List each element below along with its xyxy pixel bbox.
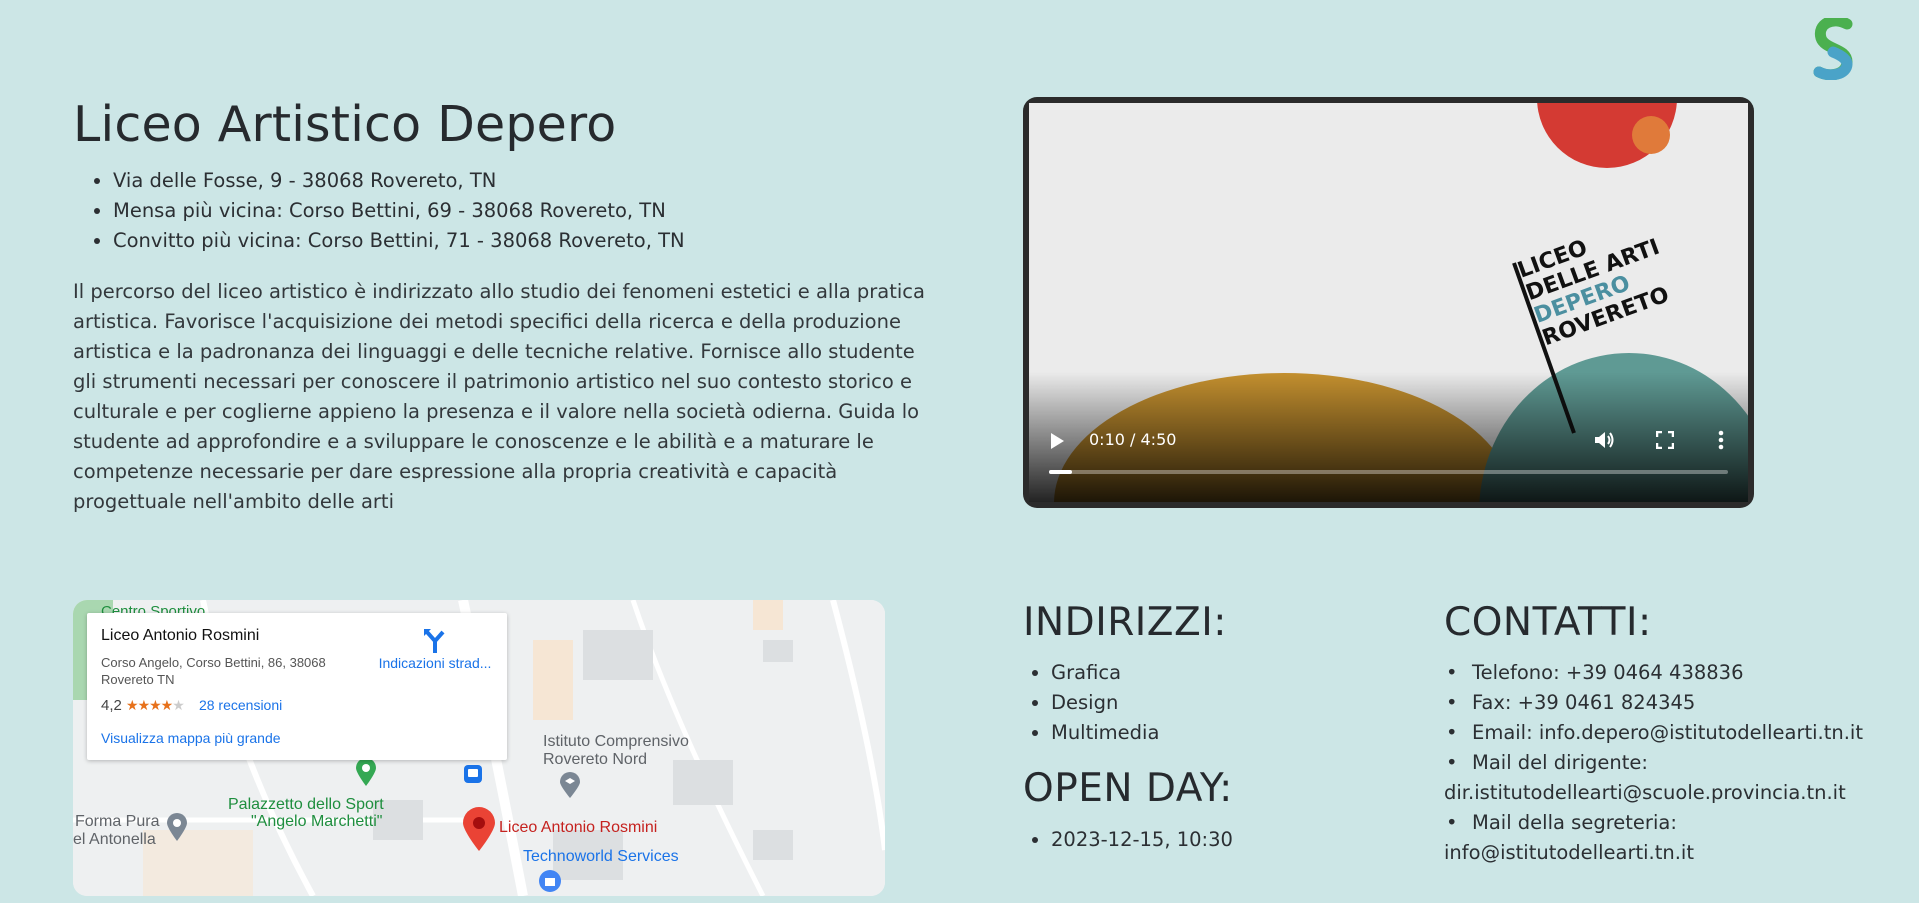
map-label: Palazzetto dello Sport [228,796,384,813]
video-frame[interactable]: LICEO DELLE ARTI DEPERO ROVERETO 0:10 / … [1029,103,1748,502]
play-icon[interactable] [1049,432,1065,450]
contact-item: Fax: +39 0461 824345 [1444,688,1914,718]
map-label: "Angelo Marchetti" [251,813,383,830]
page-title: Liceo Artistico Depero [73,96,617,153]
video-controls: 0:10 / 4:50 [1029,412,1748,502]
video-progress-fill [1049,470,1073,474]
place-pin-icon[interactable] [167,813,187,841]
fullscreen-icon[interactable] [1656,431,1674,449]
larger-map-link[interactable]: Visualizza mappa più grande [101,730,281,746]
map-label: Technoworld Services [523,848,679,865]
contact-item: Telefono: +39 0464 438836 [1444,658,1914,688]
contatti-heading: CONTATTI: [1444,600,1652,645]
place-rating: 4,2 ★★★★★ 28 recensioni [101,697,282,714]
map-marker-label: Liceo Antonio Rosmini [499,819,658,836]
map-marker-icon[interactable] [463,807,495,851]
map-label: el Antonella [73,831,156,848]
school-icon[interactable] [560,772,580,798]
directions-label: Indicazioni strad... [378,655,492,671]
video-time: 0:10 / 4:50 [1089,430,1177,449]
indirizzo-item: Grafica [1051,658,1159,688]
indirizzo-item: Multimedia [1051,718,1159,748]
map-label: Rovereto Nord [543,751,648,768]
directions-icon [424,629,445,653]
openday-heading: OPEN DAY: [1023,766,1233,811]
map-label: Forma Pura [75,813,160,830]
address-item: Via delle Fosse, 9 - 38068 Rovereto, TN [113,166,685,196]
store-pin-icon[interactable] [539,870,561,892]
rating-stars-icon: ★★★★ [126,697,173,713]
rating-empty-star-icon: ★ [172,697,185,713]
place-title: Liceo Antonio Rosmini [101,627,260,644]
directions-button[interactable]: Indicazioni strad... [370,627,500,671]
indirizzi-heading: INDIRIZZI: [1023,600,1227,645]
address-list: Via delle Fosse, 9 - 38068 Rovereto, TN … [73,166,685,256]
rating-value: 4,2 [101,697,122,714]
more-options-icon[interactable] [1718,430,1724,450]
place-address: Corso Angelo, Corso Bettini, 86, 38068 R… [101,655,326,687]
map-info-card: Liceo Antonio Rosmini Corso Angelo, Cors… [87,613,507,760]
site-logo-icon[interactable] [1813,18,1853,80]
school-description: Il percorso del liceo artistico è indiri… [73,280,925,513]
volume-icon[interactable] [1594,430,1616,450]
video-player[interactable]: LICEO DELLE ARTI DEPERO ROVERETO 0:10 / … [1023,97,1754,508]
video-progress-bar[interactable] [1049,470,1728,474]
contact-item: Mail della segreteria: info@istitutodell… [1444,808,1914,868]
contact-item: Mail del dirigente: dir.istitutodelleart… [1444,748,1914,808]
address-item: Mensa più vicina: Corso Bettini, 69 - 38… [113,196,685,226]
sports-pin-icon[interactable] [356,758,376,786]
address-item: Convitto più vicina: Corso Bettini, 71 -… [113,226,685,256]
reviews-link[interactable]: 28 recensioni [199,697,282,713]
openday-item: 2023-12-15, 10:30 [1051,825,1233,855]
indirizzo-item: Design [1051,688,1159,718]
openday-list: 2023-12-15, 10:30 [1023,825,1233,855]
bus-stop-icon[interactable] [464,765,482,783]
contatti-list: Telefono: +39 0464 438836 Fax: +39 0461 … [1444,658,1914,868]
contact-item: Email: info.depero@istitutodellearti.tn.… [1444,718,1914,748]
embedded-map[interactable]: Centro Sportivo Istituto Comprensivo Rov… [73,600,885,896]
map-label: Istituto Comprensivo [543,733,689,750]
indirizzi-list: Grafica Design Multimedia [1023,658,1159,748]
